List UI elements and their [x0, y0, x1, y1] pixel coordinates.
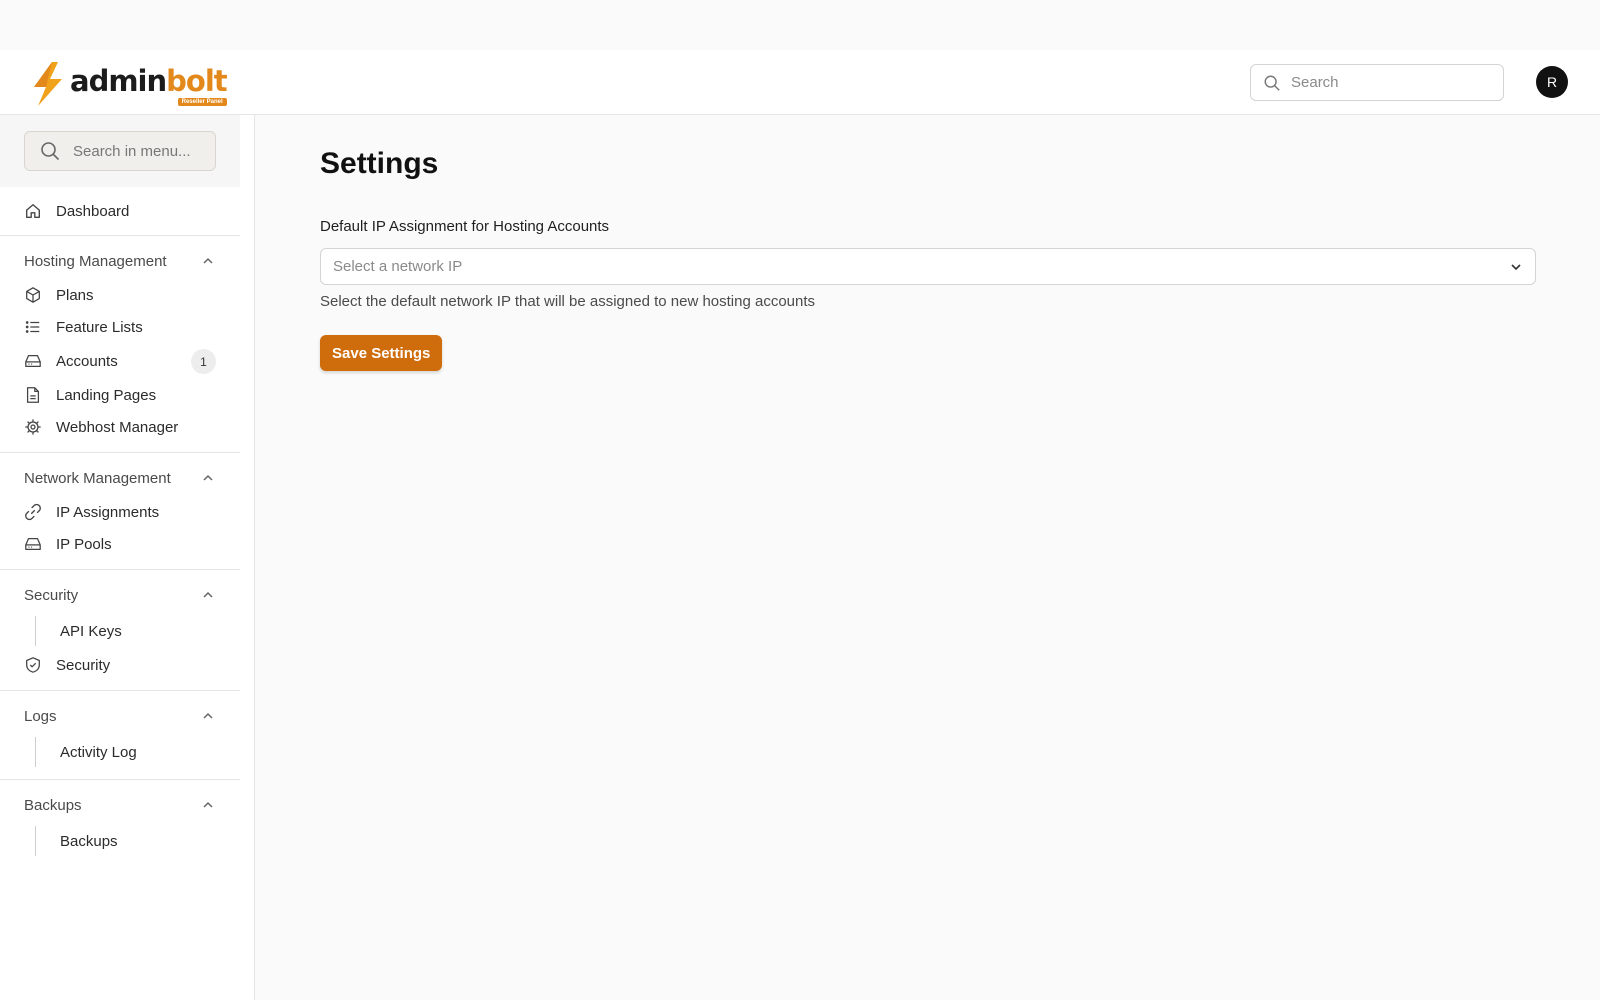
chevron-up-icon [203, 257, 213, 264]
global-search-placeholder: Search [1291, 74, 1339, 91]
sidebar-divider [0, 779, 240, 780]
chevron-down-icon [1511, 263, 1521, 270]
network-ip-select-placeholder: Select a network IP [333, 258, 463, 275]
chevron-up-icon [203, 712, 213, 719]
chevron-up-icon [203, 801, 213, 808]
section-logs[interactable]: Logs [24, 704, 214, 728]
sidebar-item-label: Webhost Manager [56, 418, 179, 436]
hard-drive-icon [25, 537, 41, 551]
section-network-management[interactable]: Network Management [24, 466, 214, 490]
sidebar: Search in menu... Dashboard Hosting Mana… [0, 115, 255, 1000]
sidebar-item-landing-pages[interactable]: Landing Pages [24, 383, 156, 407]
brand-logo[interactable]: adminbolt Reseller Panel [30, 60, 228, 108]
sidebar-item-activity-log[interactable]: Activity Log [35, 737, 137, 767]
brand-wordmark: adminbolt Reseller Panel [70, 64, 228, 106]
menu-search-input[interactable]: Search in menu... [24, 131, 216, 171]
shield-check-icon [26, 657, 40, 673]
save-settings-button[interactable]: Save Settings [320, 335, 443, 371]
sidebar-item-label: Feature Lists [56, 318, 143, 336]
sidebar-search-area: Search in menu... [0, 115, 240, 187]
global-search-input[interactable]: Search [1250, 64, 1504, 101]
section-security[interactable]: Security [24, 583, 214, 607]
brand-name-part2: bolt [166, 64, 227, 98]
sidebar-item-webhost-manager[interactable]: Webhost Manager [24, 415, 178, 439]
user-avatar[interactable]: R [1536, 66, 1568, 98]
accounts-count-badge: 1 [191, 349, 216, 374]
hard-drive-icon [25, 354, 41, 368]
sidebar-item-api-keys[interactable]: API Keys [35, 616, 122, 646]
gear-icon [25, 419, 41, 435]
sidebar-item-backups[interactable]: Backups [35, 826, 118, 856]
home-icon [26, 204, 40, 218]
menu-search-placeholder: Search in menu... [73, 142, 191, 160]
section-title: Network Management [24, 469, 171, 487]
section-hosting-management[interactable]: Hosting Management [24, 249, 214, 273]
sidebar-item-ip-pools[interactable]: IP Pools [24, 532, 112, 556]
section-title: Logs [24, 707, 57, 725]
sidebar-divider [0, 690, 240, 691]
file-icon [26, 387, 40, 403]
section-backups[interactable]: Backups [24, 793, 214, 817]
sidebar-item-plans[interactable]: Plans [24, 283, 94, 307]
sidebar-item-label: IP Pools [56, 535, 112, 553]
list-icon [25, 321, 40, 333]
brand-badge: Reseller Panel [177, 98, 227, 106]
brand-name-part1: admin [70, 64, 167, 98]
top-header: adminbolt Reseller Panel Search R [0, 50, 1600, 115]
sidebar-item-label: Activity Log [60, 743, 137, 761]
sidebar-item-label: Accounts [56, 352, 118, 370]
section-title: Security [24, 586, 79, 604]
sidebar-item-label: API Keys [60, 622, 122, 640]
sidebar-divider [0, 569, 240, 570]
network-ip-select[interactable]: Select a network IP [320, 248, 1536, 285]
search-icon [41, 142, 60, 161]
sidebar-item-label: Security [56, 656, 111, 674]
section-title: Backups [24, 796, 82, 814]
default-ip-label: Default IP Assignment for Hosting Accoun… [320, 218, 610, 235]
page-title: Settings [320, 147, 439, 180]
default-ip-help-text: Select the default network IP that will … [320, 293, 816, 310]
sidebar-divider [0, 452, 240, 453]
sidebar-item-security[interactable]: Security [24, 653, 110, 677]
chevron-up-icon [203, 591, 213, 598]
link-icon [25, 503, 41, 521]
main-content: Settings Default IP Assignment for Hosti… [256, 115, 1600, 1000]
sidebar-item-accounts[interactable]: Accounts [24, 349, 118, 373]
sidebar-item-label: Landing Pages [56, 386, 157, 404]
section-title: Hosting Management [24, 252, 167, 270]
sidebar-divider [0, 235, 240, 236]
sidebar-item-label: Backups [60, 832, 118, 850]
bolt-icon [34, 62, 62, 106]
sidebar-item-dashboard[interactable]: Dashboard [24, 199, 129, 223]
package-icon [26, 287, 40, 303]
sidebar-item-label: Plans [56, 286, 94, 304]
chevron-up-icon [203, 474, 213, 481]
sidebar-item-feature-lists[interactable]: Feature Lists [24, 315, 143, 339]
sidebar-item-label: Dashboard [56, 202, 130, 220]
search-icon [1264, 75, 1280, 91]
sidebar-item-label: IP Assignments [56, 503, 160, 521]
sidebar-item-ip-assignments[interactable]: IP Assignments [24, 500, 159, 524]
top-strip [0, 0, 1600, 50]
